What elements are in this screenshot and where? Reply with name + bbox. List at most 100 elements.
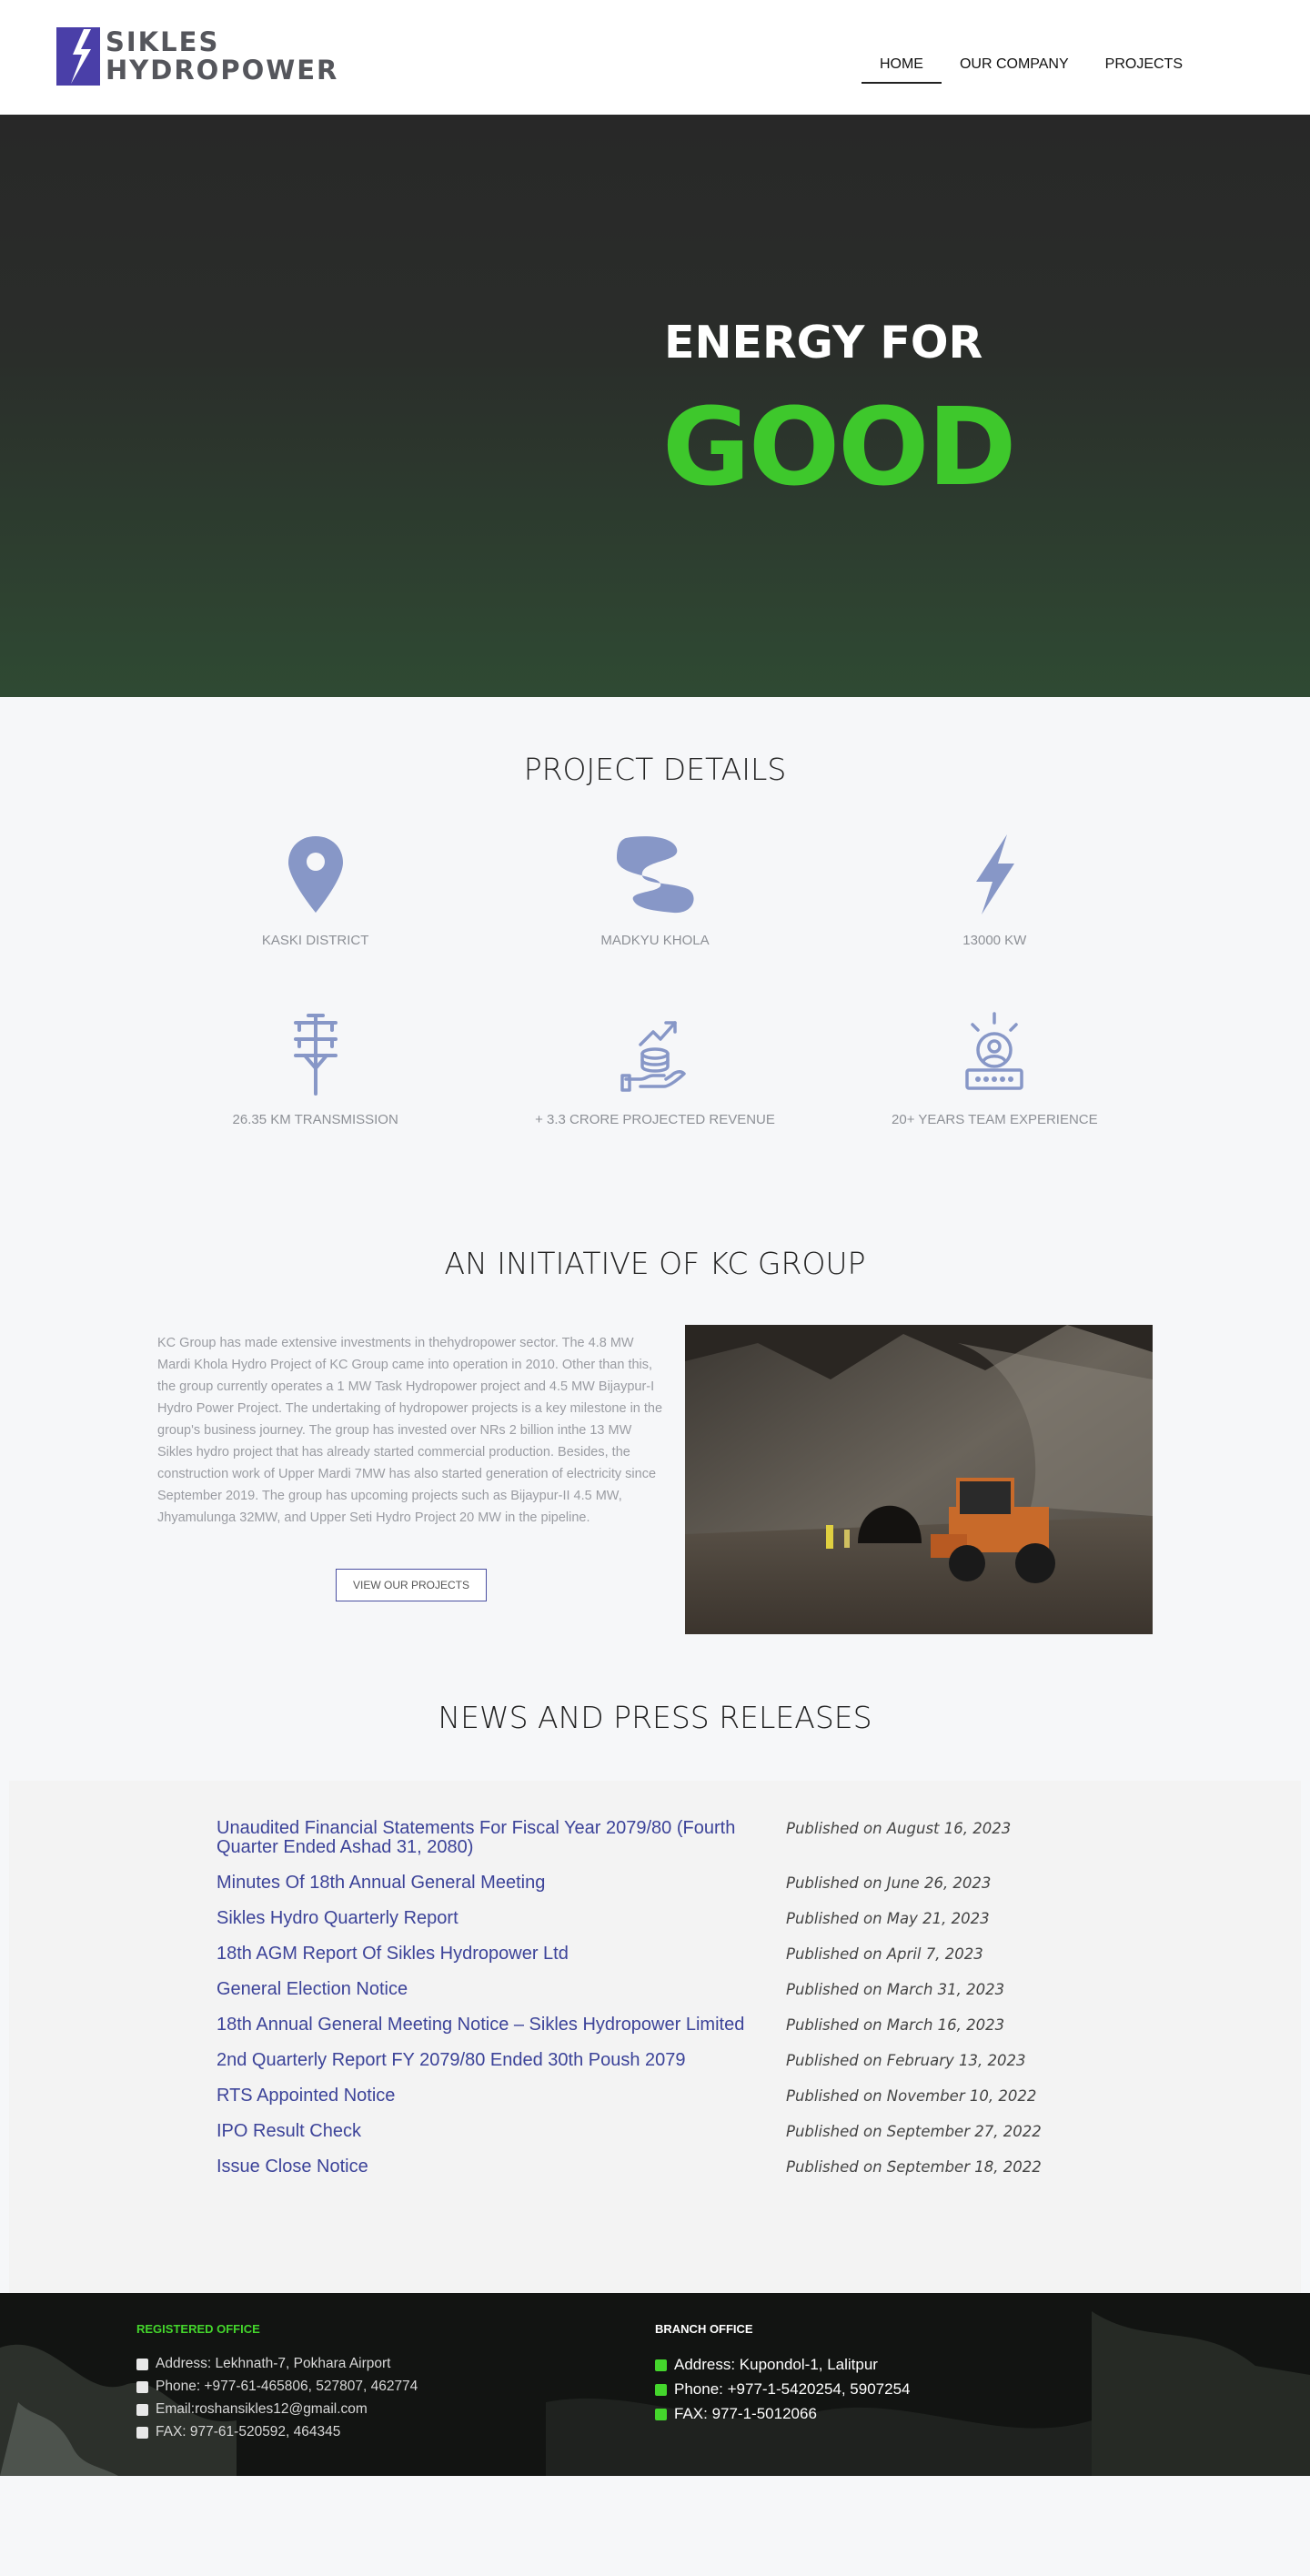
registered-office: REGISTERED OFFICE Address: Lekhnath-7, P… — [136, 2322, 418, 2447]
news-item: Unaudited Financial Statements For Fisca… — [217, 1819, 1301, 1857]
detail-revenue: + 3.3 CRORE PROJECTED REVENUE — [485, 1012, 824, 1127]
news-date: Published on August 16, 2023 — [786, 1820, 1012, 1837]
news-date: Published on September 27, 2022 — [786, 2123, 1042, 2140]
main-nav: HOME OUR COMPANY PROJECTS — [861, 51, 1201, 84]
initiative-section: AN INITIATIVE OF KC GROUP KC Group has m… — [0, 1127, 1310, 1634]
initiative-content: KC Group has made extensive investments … — [157, 1325, 665, 1634]
envelope-icon — [136, 2403, 148, 2416]
news-link[interactable]: Issue Close Notice — [217, 2157, 782, 2177]
initiative-title: AN INITIATIVE OF KC GROUP — [444, 1246, 866, 1281]
news-item: IPO Result Check Published on September … — [217, 2122, 1301, 2141]
detail-capacity: 13000 KW — [825, 833, 1164, 948]
detail-location: KASKI DISTRICT — [146, 833, 485, 948]
news-link[interactable]: 2nd Quarterly Report FY 2079/80 Ended 30… — [217, 2051, 782, 2070]
site-footer: REGISTERED OFFICE Address: Lekhnath-7, P… — [0, 2293, 1310, 2476]
registered-fax: FAX: 977-61-520592, 464345 — [136, 2424, 418, 2440]
detail-label: 26.35 KM TRANSMISSION — [232, 1112, 398, 1127]
news-list: Unaudited Financial Statements For Fisca… — [9, 1781, 1301, 2293]
news-link[interactable]: 18th AGM Report Of Sikles Hydropower Ltd — [217, 1945, 782, 1964]
news-date: Published on March 31, 2023 — [786, 1981, 1005, 1998]
detail-label: 20+ YEARS TEAM EXPERIENCE — [892, 1112, 1098, 1127]
logo-mark-icon — [56, 27, 100, 86]
news-date: Published on April 7, 2023 — [786, 1945, 983, 1963]
nav-home[interactable]: HOME — [861, 51, 942, 84]
news-date: Published on September 18, 2022 — [786, 2158, 1042, 2176]
news-link[interactable]: 18th Annual General Meeting Notice – Sik… — [217, 2015, 782, 2035]
detail-experience: 20+ YEARS TEAM EXPERIENCE — [825, 1012, 1164, 1127]
fax-icon — [655, 2408, 667, 2420]
news-title: NEWS AND PRESS RELEASES — [438, 1700, 872, 1735]
revenue-coins-icon — [620, 1021, 686, 1092]
transmission-tower-icon — [293, 1014, 338, 1096]
registered-address: Address: Lekhnath-7, Pokhara Airport — [136, 2356, 418, 2372]
news-item: Minutes Of 18th Annual General Meeting P… — [217, 1874, 1301, 1893]
project-details-section: PROJECT DETAILS KASKI DISTRICT MADKYU KH… — [0, 697, 1310, 1127]
branch-phone-text: Phone: +977-1-5420254, 5907254 — [674, 2380, 911, 2398]
news-date: Published on February 13, 2023 — [786, 2052, 1026, 2069]
brand-logo[interactable]: SIKLES HYDROPOWER — [56, 27, 338, 86]
hero-accent-word: GOOD — [662, 384, 1016, 510]
registered-address-text: Address: Lekhnath-7, Pokhara Airport — [156, 2356, 391, 2371]
tunnel-construction-image — [685, 1325, 1153, 1634]
map-pin-icon — [287, 836, 343, 913]
branch-office: BRANCH OFFICE Address: Kupondol-1, Lalit… — [655, 2322, 910, 2430]
news-link[interactable]: Unaudited Financial Statements For Fisca… — [217, 1819, 782, 1857]
detail-transmission: 26.35 KM TRANSMISSION — [146, 1012, 485, 1127]
branch-fax-text: FAX: 977-1-5012066 — [674, 2405, 817, 2422]
team-experience-icon — [965, 1012, 1024, 1090]
registered-email-text[interactable]: Email:roshansikles12@gmail.com — [156, 2401, 368, 2418]
phone-icon — [136, 2380, 148, 2393]
brand-name: SIKLES HYDROPOWER — [106, 28, 338, 85]
branch-address-text: Address: Kupondol-1, Lalitpur — [674, 2356, 878, 2373]
news-item: RTS Appointed Notice Published on Novemb… — [217, 2086, 1301, 2106]
project-details-title: PROJECT DETAILS — [523, 752, 787, 787]
branch-phone: Phone: +977-1-5420254, 5907254 — [655, 2380, 910, 2399]
branch-office-heading: BRANCH OFFICE — [655, 2322, 753, 2336]
initiative-description: KC Group has made extensive investments … — [157, 1336, 663, 1525]
news-link[interactable]: Minutes Of 18th Annual General Meeting — [217, 1874, 782, 1893]
news-link[interactable]: RTS Appointed Notice — [217, 2086, 782, 2106]
building-icon — [136, 2358, 148, 2370]
fax-icon — [136, 2426, 148, 2439]
hero-heading: ENERGY FOR — [664, 317, 983, 369]
news-date: Published on June 26, 2023 — [786, 1874, 992, 1892]
news-link[interactable]: IPO Result Check — [217, 2122, 782, 2141]
project-details-grid: KASKI DISTRICT MADKYU KHOLA 13000 KW 26.… — [146, 833, 1164, 1127]
news-item: 2nd Quarterly Report FY 2079/80 Ended 30… — [217, 2051, 1301, 2070]
nav-projects[interactable]: PROJECTS — [1087, 51, 1201, 84]
hero-banner: ENERGY FOR GOOD — [0, 115, 1310, 697]
registered-phone: Phone: +977-61-465806, 527807, 462774 — [136, 2379, 418, 2395]
initiative-body: KC Group has made extensive investments … — [157, 1325, 1153, 1634]
brand-line1: SIKLES — [106, 26, 220, 57]
tunnel-construction-photo — [685, 1325, 1153, 1634]
registered-fax-text: FAX: 977-61-520592, 464345 — [156, 2424, 341, 2440]
detail-label: KASKI DISTRICT — [261, 933, 369, 948]
detail-label: 13000 KW — [962, 933, 1027, 948]
phone-icon — [655, 2383, 667, 2396]
lightning-icon — [976, 834, 1015, 914]
news-date: Published on November 10, 2022 — [786, 2087, 1037, 2105]
nav-our-company[interactable]: OUR COMPANY — [942, 51, 1087, 84]
building-icon — [655, 2359, 667, 2371]
news-item: Issue Close Notice Published on Septembe… — [217, 2157, 1301, 2177]
detail-label: + 3.3 CRORE PROJECTED REVENUE — [535, 1112, 775, 1127]
site-header: SIKLES HYDROPOWER HOME OUR COMPANY PROJE… — [0, 0, 1310, 115]
news-item: General Election Notice Published on Mar… — [217, 1980, 1301, 1999]
river-icon — [616, 836, 694, 914]
registered-email: Email:roshansikles12@gmail.com — [136, 2401, 418, 2418]
branch-address: Address: Kupondol-1, Lalitpur — [655, 2356, 910, 2374]
view-projects-button[interactable]: VIEW OUR PROJECTS — [336, 1569, 487, 1601]
news-date: Published on March 16, 2023 — [786, 2016, 1005, 2034]
detail-river: MADKYU KHOLA — [485, 833, 824, 948]
news-date: Published on May 21, 2023 — [786, 1910, 990, 1927]
registered-office-heading: REGISTERED OFFICE — [136, 2322, 260, 2336]
detail-label: MADKYU KHOLA — [600, 933, 710, 948]
news-section: NEWS AND PRESS RELEASES Unaudited Financ… — [0, 1634, 1310, 2293]
news-item: Sikles Hydro Quarterly Report Published … — [217, 1909, 1301, 1928]
news-link[interactable]: General Election Notice — [217, 1980, 782, 1999]
branch-fax: FAX: 977-1-5012066 — [655, 2405, 910, 2423]
brand-line2: HYDROPOWER — [106, 55, 339, 86]
registered-phone-text: Phone: +977-61-465806, 527807, 462774 — [156, 2379, 418, 2394]
news-link[interactable]: Sikles Hydro Quarterly Report — [217, 1909, 782, 1928]
news-item: 18th AGM Report Of Sikles Hydropower Ltd… — [217, 1945, 1301, 1964]
